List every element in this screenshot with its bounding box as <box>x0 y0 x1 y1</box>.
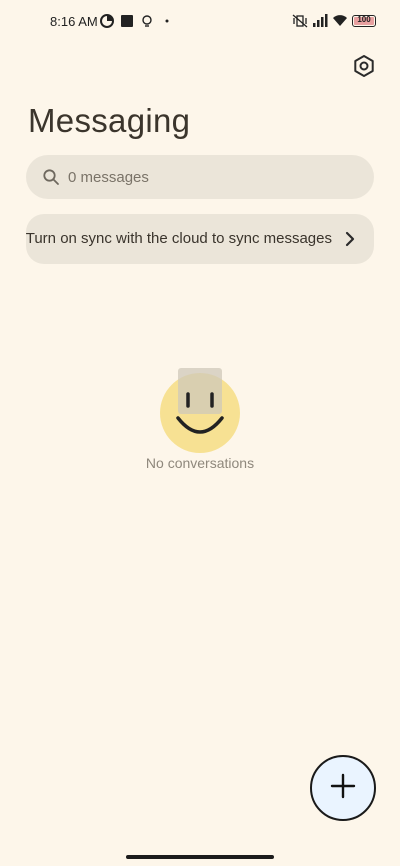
battery-level: 100 <box>357 15 371 24</box>
sync-banner-text: Turn on sync with the cloud to sync mess… <box>26 230 332 247</box>
data-saver-icon <box>100 14 114 28</box>
sync-banner[interactable]: Turn on sync with the cloud to sync mess… <box>26 214 374 264</box>
page-title: Messaging <box>28 102 191 139</box>
empty-state-illustration <box>150 358 250 453</box>
vibrate-off-icon <box>292 14 308 28</box>
battery-icon: 100 <box>352 15 376 27</box>
wifi-icon <box>332 14 347 28</box>
square-app-icon <box>120 14 134 28</box>
bulb-icon <box>140 14 154 28</box>
chevron-right-icon <box>342 230 358 248</box>
search-icon <box>42 168 60 186</box>
search-placeholder: 0 messages <box>68 169 149 186</box>
dot-icon <box>160 14 174 28</box>
settings-icon <box>352 54 376 83</box>
status-bar: 8:16 AM 100 <box>0 0 400 44</box>
sync-banner-label: Turn on sync with the cloud to sync mess… <box>26 230 332 247</box>
status-left-icons <box>100 14 174 28</box>
status-right-icons: 100 <box>292 14 376 28</box>
plus-icon <box>329 772 357 805</box>
new-conversation-button[interactable] <box>310 755 376 821</box>
empty-state-label: No conversations <box>145 455 255 471</box>
settings-button[interactable] <box>350 54 378 82</box>
status-time: 8:16 AM <box>50 14 98 29</box>
home-indicator[interactable] <box>126 855 274 859</box>
signal-icon <box>312 14 328 28</box>
search-bar[interactable]: 0 messages <box>26 155 374 199</box>
